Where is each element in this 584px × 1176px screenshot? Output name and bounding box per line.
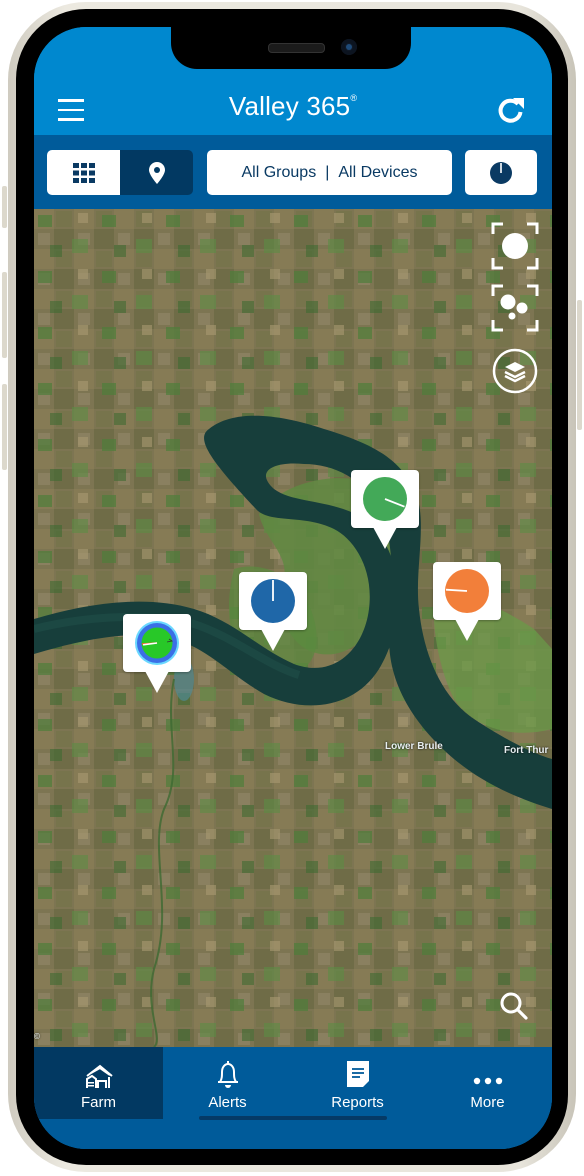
refresh-icon[interactable] (496, 95, 526, 125)
satellite-map[interactable]: Lower Brule Fort Thur © (34, 209, 552, 1047)
filter-separator: | (325, 163, 330, 181)
pivot-card (351, 470, 419, 528)
bottom-tab-bar: Farm Alerts Reports More (34, 1047, 552, 1149)
place-label: Lower Brule (385, 741, 443, 752)
tab-label: Reports (331, 1094, 384, 1111)
pivot-card (123, 614, 191, 672)
filter-toolbar: All Groups | All Devices (34, 135, 552, 209)
registered-mark: ® (350, 93, 358, 103)
bell-icon (217, 1061, 238, 1088)
marker-pointer (261, 629, 285, 651)
pivot-marker[interactable] (123, 614, 191, 702)
pivot-card (433, 562, 501, 620)
volume-up-button (2, 272, 7, 358)
pivot-card (239, 572, 307, 630)
marker-pointer (145, 671, 169, 693)
speaker (268, 43, 325, 53)
app-title-text: Valley 365 (228, 91, 351, 121)
group-device-filter[interactable]: All Groups | All Devices (207, 150, 452, 195)
mute-switch (2, 186, 7, 228)
home-indicator[interactable] (199, 1116, 387, 1120)
grid-view-button[interactable] (47, 150, 120, 195)
app-title: Valley 365® (34, 91, 552, 122)
focus-single-icon (491, 222, 539, 270)
pivot-status-icon (363, 477, 407, 521)
layers-icon (492, 348, 538, 394)
filter-devices-label: All Devices (338, 163, 418, 181)
map-view-button[interactable] (120, 150, 193, 195)
screen: Valley 365® All Groups | All Devices Low… (34, 27, 552, 1149)
front-camera (341, 39, 357, 55)
volume-down-button (2, 384, 7, 470)
pivot-marker[interactable] (433, 562, 501, 650)
grid-view-icon (72, 162, 95, 183)
status-summary-button[interactable] (465, 150, 537, 195)
map-pin-icon (148, 161, 165, 184)
pivot-status-icon (135, 621, 179, 665)
layers-button[interactable] (491, 347, 539, 395)
filter-groups-label: All Groups (241, 163, 317, 181)
view-toggle (47, 150, 193, 195)
tab-reports[interactable]: Reports (293, 1047, 422, 1119)
map-search-button[interactable] (499, 991, 529, 1021)
tab-farm[interactable]: Farm (34, 1047, 163, 1119)
focus-single-button[interactable] (491, 222, 539, 270)
pivot-status-icon (445, 569, 489, 613)
map-attribution: © (34, 1032, 40, 1041)
pivot-status-icon (251, 579, 295, 623)
place-label: Fort Thur (504, 745, 549, 756)
search-icon (500, 992, 528, 1020)
tab-more[interactable]: More (423, 1047, 552, 1119)
pie-status-icon (490, 161, 512, 184)
pivot-marker[interactable] (351, 470, 419, 558)
power-button (577, 300, 582, 430)
tab-label: More (470, 1094, 505, 1111)
tab-label: Farm (81, 1094, 116, 1111)
focus-cluster-icon (491, 284, 539, 332)
marker-pointer (455, 619, 479, 641)
focus-all-button[interactable] (491, 284, 539, 332)
tab-alerts[interactable]: Alerts (163, 1047, 292, 1119)
report-icon (346, 1061, 369, 1087)
more-dots-icon (473, 1077, 502, 1085)
tab-label: Alerts (208, 1094, 247, 1111)
notch (171, 27, 411, 69)
marker-pointer (373, 527, 397, 549)
farm-icon (85, 1064, 113, 1088)
pivot-marker[interactable] (239, 572, 307, 660)
